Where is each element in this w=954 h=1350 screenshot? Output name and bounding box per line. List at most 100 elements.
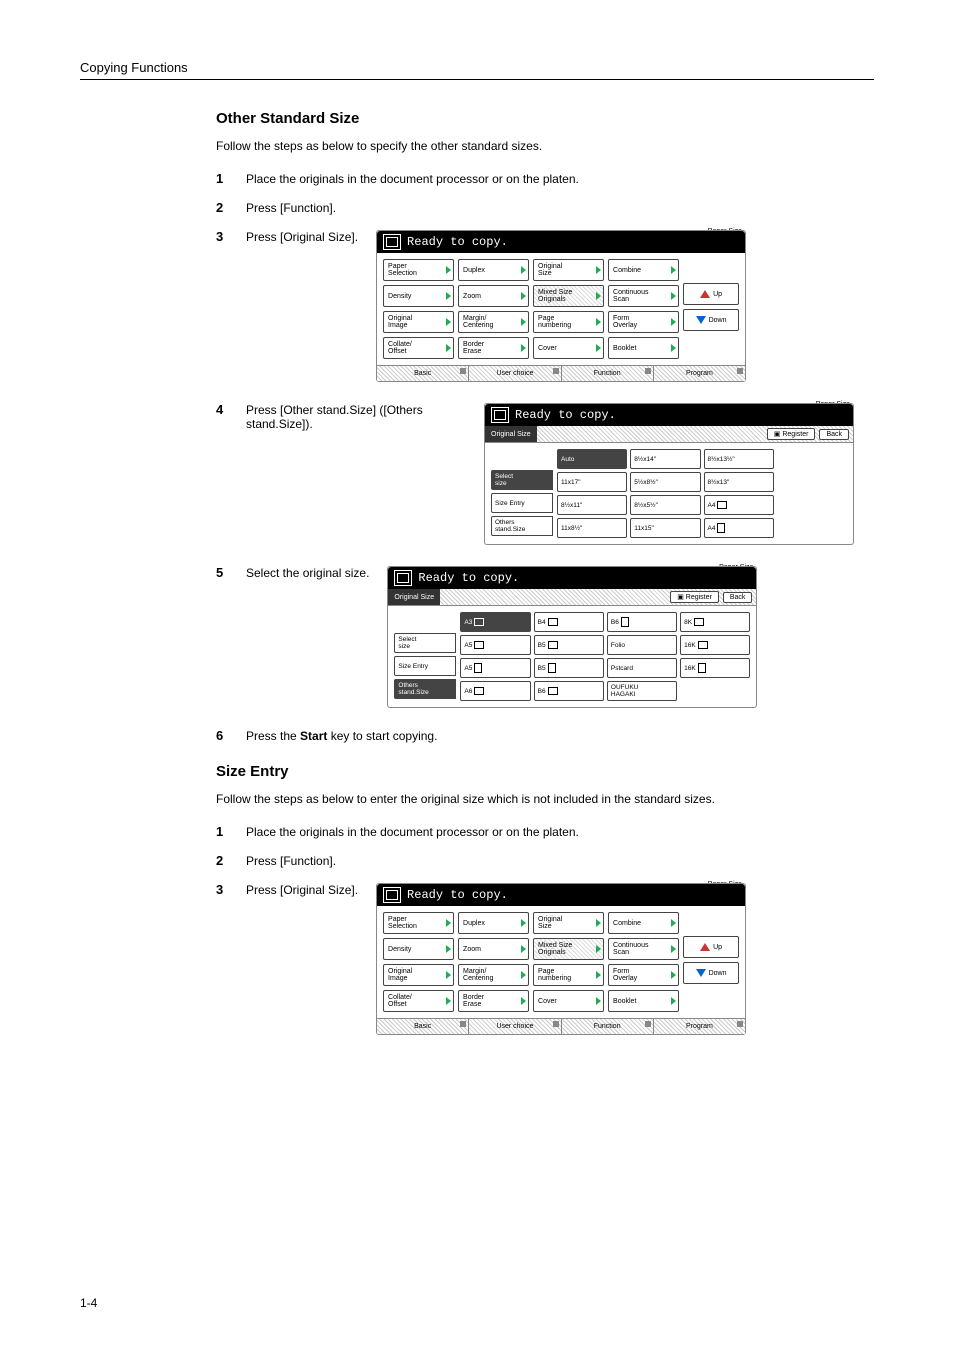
section-intro: Follow the steps as below to specify the…	[216, 139, 874, 153]
size-option[interactable]: 8½x14"	[630, 449, 700, 469]
fn-booklet[interactable]: Booklet	[608, 337, 679, 359]
fn-cover[interactable]: Cover	[533, 337, 604, 359]
fn-continuous-scan[interactable]: ContinuousScan	[608, 285, 679, 307]
size-option[interactable]: B5	[534, 658, 604, 678]
fn-original-image[interactable]: OriginalImage	[383, 964, 454, 986]
size-option[interactable]: 16K	[680, 658, 750, 678]
fn-cover[interactable]: Cover	[533, 990, 604, 1012]
fn-paper-selection[interactable]: PaperSelection	[383, 912, 454, 934]
up-button[interactable]: Up	[683, 936, 739, 958]
size-option[interactable]: B6	[607, 612, 677, 632]
size-option[interactable]: A4	[704, 495, 774, 515]
fn-zoom[interactable]: Zoom	[458, 285, 529, 307]
fn-zoom[interactable]: Zoom	[458, 938, 529, 960]
tab-basic[interactable]: Basic	[377, 1018, 469, 1034]
size-option[interactable]: 8½x13½"	[704, 449, 774, 469]
landscape-icon	[474, 687, 484, 695]
size-option[interactable]: 11x17"	[557, 472, 627, 492]
fn-duplex[interactable]: Duplex	[458, 912, 529, 934]
tab-function[interactable]: Function	[562, 365, 654, 381]
tab-select-size[interactable]: Selectsize	[491, 470, 553, 490]
size-option[interactable]: A6	[460, 681, 530, 701]
tab-select-size[interactable]: Selectsize	[394, 633, 456, 653]
size-option[interactable]: Pstcard	[607, 658, 677, 678]
tab-program[interactable]: Program	[654, 1018, 745, 1034]
landscape-icon	[548, 687, 558, 695]
fn-combine[interactable]: Combine	[608, 259, 679, 281]
size-option[interactable]: A4	[704, 518, 774, 538]
size-option[interactable]: 8½x11"	[557, 495, 627, 515]
size-option[interactable]: 11x8½"	[557, 518, 627, 538]
fn-combine[interactable]: Combine	[608, 912, 679, 934]
size-option[interactable]: B5	[534, 635, 604, 655]
fn-continuous-scan[interactable]: ContinuousScan	[608, 938, 679, 960]
tab-user-choice[interactable]: User choice	[469, 365, 561, 381]
triangle-up-icon	[700, 290, 710, 298]
fn-mixed-size[interactable]: Mixed SizeOriginals	[533, 285, 604, 307]
fn-density[interactable]: Density	[383, 285, 454, 307]
touch-panel: Ready to copy. PaperSelection Density Or…	[376, 230, 746, 382]
size-auto[interactable]: Auto	[557, 449, 627, 469]
size-option[interactable]: OUFUKUHAGAKI	[607, 681, 677, 701]
size-option[interactable]: 8½x13"	[704, 472, 774, 492]
touch-panel: Ready to copy. PaperSelection Density Or…	[376, 883, 746, 1035]
fn-original-size[interactable]: OriginalSize	[533, 259, 604, 281]
tab-others-stand-size[interactable]: Othersstand.Size	[491, 516, 553, 536]
size-option[interactable]: 5½x8½"	[630, 472, 700, 492]
size-option[interactable]: A5	[460, 658, 530, 678]
fn-mixed-size[interactable]: Mixed SizeOriginals	[533, 938, 604, 960]
tab-size-entry[interactable]: Size Entry	[394, 656, 456, 676]
size-option[interactable]: 8K	[680, 612, 750, 632]
down-button[interactable]: Down	[683, 962, 739, 984]
triangle-down-icon	[696, 969, 706, 977]
back-button[interactable]: Back	[723, 592, 753, 603]
size-option[interactable]: 11x15"	[630, 518, 700, 538]
fn-booklet[interactable]: Booklet	[608, 990, 679, 1012]
tab-others-stand-size[interactable]: Othersstand.Size	[394, 679, 456, 699]
tab-size-entry[interactable]: Size Entry	[491, 493, 553, 513]
back-button[interactable]: Back	[819, 429, 849, 440]
tab-basic[interactable]: Basic	[377, 365, 469, 381]
fn-original-image[interactable]: OriginalImage	[383, 311, 454, 333]
panel-sublabel: Original Size	[388, 589, 440, 605]
step-text: Press [Function].	[246, 200, 874, 215]
chapter-header: Copying Functions	[80, 60, 874, 80]
step-number: 6	[216, 728, 246, 743]
size-option[interactable]: 16K	[680, 635, 750, 655]
fn-margin-centering[interactable]: Margin/Centering	[458, 964, 529, 986]
fn-collate-offset[interactable]: Collate/Offset	[383, 990, 454, 1012]
step-number: 2	[216, 200, 246, 215]
landscape-icon	[474, 641, 484, 649]
fn-paper-selection[interactable]: PaperSelection	[383, 259, 454, 281]
fn-border-erase[interactable]: BorderErase	[458, 990, 529, 1012]
size-option[interactable]: B4	[534, 612, 604, 632]
fn-page-numbering[interactable]: Pagenumbering	[533, 964, 604, 986]
step-text: Press [Original Size].	[246, 230, 358, 244]
triangle-up-icon	[700, 943, 710, 951]
section-intro: Follow the steps as below to enter the o…	[216, 792, 874, 806]
size-option[interactable]: Folio	[607, 635, 677, 655]
step-number: 4	[216, 402, 246, 417]
fn-page-numbering[interactable]: Pagenumbering	[533, 311, 604, 333]
fn-border-erase[interactable]: BorderErase	[458, 337, 529, 359]
fn-density[interactable]: Density	[383, 938, 454, 960]
down-button[interactable]: Down	[683, 309, 739, 331]
size-option[interactable]: A3	[460, 612, 530, 632]
fn-form-overlay[interactable]: FormOverlay	[608, 964, 679, 986]
fn-margin-centering[interactable]: Margin/Centering	[458, 311, 529, 333]
tab-user-choice[interactable]: User choice	[469, 1018, 561, 1034]
register-button[interactable]: ▣ Register	[670, 591, 719, 603]
tab-program[interactable]: Program	[654, 365, 745, 381]
size-option[interactable]: A5	[460, 635, 530, 655]
landscape-icon	[694, 618, 704, 626]
size-option[interactable]: 8½x5½"	[630, 495, 700, 515]
fn-collate-offset[interactable]: Collate/Offset	[383, 337, 454, 359]
tab-function[interactable]: Function	[562, 1018, 654, 1034]
register-button[interactable]: ▣ Register	[767, 428, 816, 440]
fn-form-overlay[interactable]: FormOverlay	[608, 311, 679, 333]
size-option[interactable]: B6	[534, 681, 604, 701]
panel-sublabel: Original Size	[485, 426, 537, 442]
fn-duplex[interactable]: Duplex	[458, 259, 529, 281]
up-button[interactable]: Up	[683, 283, 739, 305]
fn-original-size[interactable]: OriginalSize	[533, 912, 604, 934]
